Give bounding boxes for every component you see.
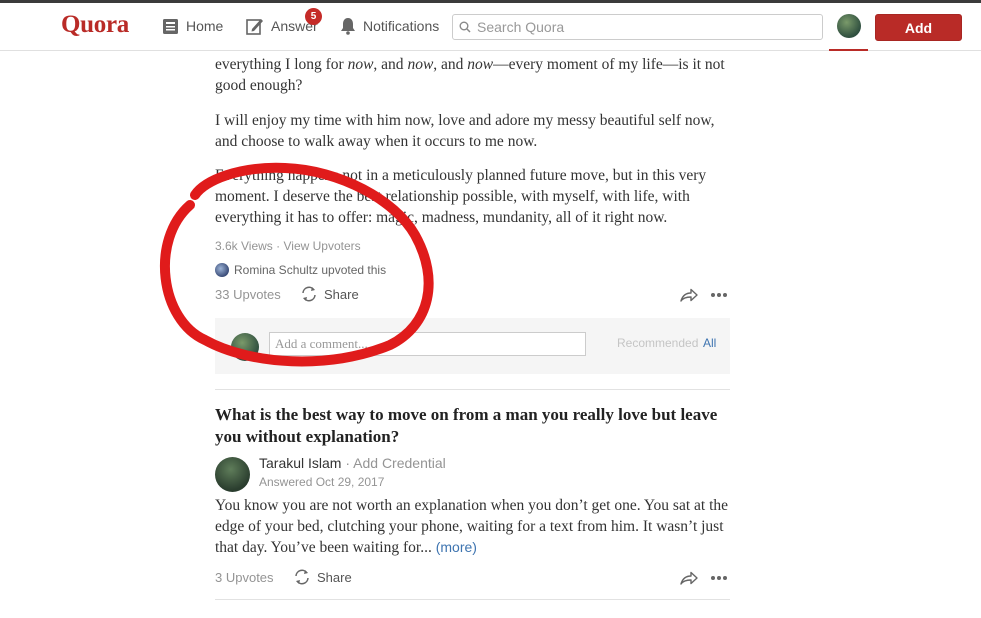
avatar-active-indicator [829,49,868,51]
search-bar[interactable] [452,14,823,40]
share-label: Share [317,569,352,585]
upvote-button[interactable]: 33 Upvotes [215,287,281,302]
feed-divider [215,599,730,600]
nav-notifications-label: Notifications [363,18,440,34]
home-icon [163,18,178,34]
search-icon [459,21,471,33]
answer-paragraph-2: I will enjoy my time with him now, love … [215,112,715,150]
upvoted-by-row: Romina Schultz upvoted this [215,263,386,277]
share-refresh-icon [302,286,316,302]
comment-input[interactable] [269,332,586,356]
share-refresh-icon [295,569,309,585]
more-options-button[interactable] [709,289,729,301]
top-nav-bar: Quora Home Answer 5 Notifications Search… [0,3,981,51]
add-question-button[interactable]: Add [875,14,962,41]
answered-date: Answered Oct 29, 2017 [259,475,385,489]
forward-button[interactable] [679,287,699,303]
upvoter-avatar [215,263,229,277]
nav-answer[interactable]: Answer 5 [246,8,322,37]
forward-arrow-icon [680,571,698,585]
share-button[interactable]: Share [293,569,352,585]
ellipsis-icon [711,293,727,297]
pencil-icon [246,19,263,35]
share-label: Share [324,286,359,302]
answer-views-row: 3.6k Views · View Upvoters [215,239,361,253]
share-button[interactable]: Share [300,286,359,302]
recommended-filter[interactable]: Recommended [617,336,698,350]
upvoted-by-text: Romina Schultz upvoted this [234,263,387,277]
forward-arrow-icon [680,288,698,302]
more-options-button[interactable] [709,572,729,584]
commenter-avatar [231,333,259,361]
view-upvoters-link[interactable]: View Upvoters [284,239,361,253]
answer-paragraph-3: Everything happens not in a meticulously… [215,167,707,226]
upvote-button[interactable]: 3 Upvotes [215,570,274,585]
views-count: 3.6k Views [215,239,273,253]
author-line: Tarakul Islam · Add Credential [259,455,446,471]
add-credential-link[interactable]: Add Credential [353,455,446,471]
quora-logo[interactable]: Quora [61,11,129,39]
nav-notifications[interactable]: Notifications [340,15,439,37]
ellipsis-icon [711,576,727,580]
feed-divider [215,389,730,390]
author-name[interactable]: Tarakul Islam [259,455,341,471]
author-avatar[interactable] [215,457,250,492]
answer-count-badge: 5 [305,8,322,25]
user-avatar[interactable] [837,14,861,38]
forward-button[interactable] [679,570,699,586]
nav-home-label: Home [186,18,224,34]
question-title[interactable]: What is the best way to move on from a m… [215,404,735,448]
bell-icon [341,18,355,35]
answer-preview: You know you are not worth an explanatio… [215,495,735,558]
more-link[interactable]: (more) [436,539,477,555]
all-comments-filter[interactable]: All [703,336,716,350]
search-input[interactable] [477,19,807,35]
answer-paragraph-1: everything I long for now, and now, and … [215,56,725,94]
nav-home[interactable]: Home [162,15,223,37]
comment-box: Recommended All [215,318,730,374]
